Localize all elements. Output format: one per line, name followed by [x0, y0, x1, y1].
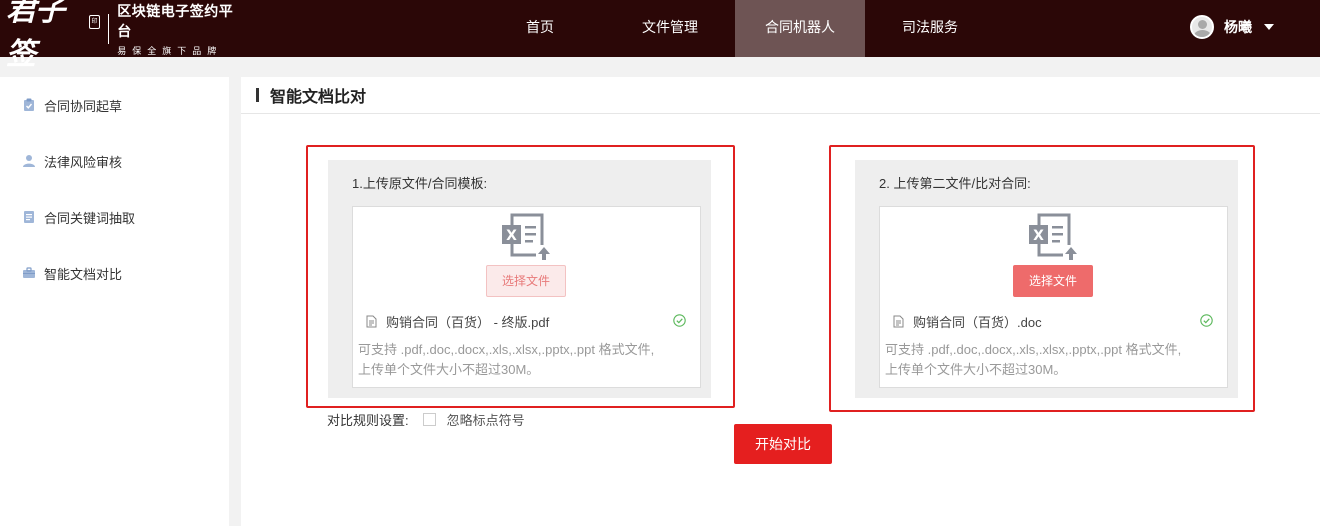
- upload-hint-2-line1: 可支持 .pdf,.doc,.docx,.xls,.xlsx,.pptx,.pp…: [885, 342, 1182, 357]
- upload-panel-1-label: 1.上传原文件/合同模板:: [352, 176, 488, 191]
- select-file-button-2[interactable]: 选择文件: [1013, 265, 1093, 297]
- uploaded-file-2[interactable]: 购销合同（百货）.doc: [893, 312, 1042, 331]
- sidebar-item-label: 合同协同起草: [44, 98, 123, 114]
- compare-rules-label: 对比规则设置:: [327, 413, 409, 428]
- nav-item-file-management[interactable]: 文件管理: [605, 0, 735, 57]
- chevron-down-icon[interactable]: [1264, 24, 1274, 30]
- user-menu[interactable]: 杨曦: [1190, 14, 1274, 40]
- select-file-button-1[interactable]: 选择文件: [486, 265, 566, 297]
- avatar[interactable]: [1190, 15, 1214, 39]
- brand-logo[interactable]: 君子签 印 区块链电子签约平台 易保全旗下品牌: [0, 0, 240, 72]
- sidebar-item-collab-draft[interactable]: 合同协同起草: [0, 77, 229, 133]
- file-upload-icon: X: [1027, 213, 1079, 264]
- briefcase-icon: [22, 266, 36, 280]
- upload-hint-2: 可支持 .pdf,.doc,.docx,.xls,.xlsx,.pptx,.pp…: [885, 340, 1181, 380]
- upload-hint-2-line2: 上传单个文件大小不超过30M。: [885, 362, 1067, 377]
- brand-seal-icon: 印: [88, 14, 101, 29]
- nav-item-judicial-service[interactable]: 司法服务: [865, 0, 995, 57]
- uploaded-file-1[interactable]: 购销合同（百货） - 终版.pdf: [366, 312, 549, 331]
- brand-text: 区块链电子签约平台 易保全旗下品牌: [117, 1, 240, 57]
- nav-item-contract-robot[interactable]: 合同机器人: [735, 0, 865, 57]
- sidebar-item-label: 智能文档对比: [44, 266, 123, 282]
- check-circle-icon: [673, 314, 686, 327]
- title-accent-bar: [256, 88, 259, 102]
- start-compare-button[interactable]: 开始对比: [734, 424, 832, 464]
- svg-text:X: X: [1033, 228, 1044, 244]
- sidebar-item-doc-compare[interactable]: 智能文档对比: [0, 245, 229, 301]
- brand-name: 君子签: [6, 0, 65, 72]
- sidebar-item-keyword-extract[interactable]: 合同关键词抽取: [0, 189, 229, 245]
- page-title: 智能文档比对: [270, 89, 367, 106]
- ignore-punctuation-label[interactable]: 忽略标点符号: [447, 410, 525, 429]
- upload-hint-1-line1: 可支持 .pdf,.doc,.docx,.xls,.xlsx,.pptx,.pp…: [358, 342, 655, 357]
- uploaded-file-name: 购销合同（百货）.doc: [913, 315, 1042, 330]
- file-icon: [893, 315, 904, 328]
- svg-text:X: X: [506, 228, 517, 244]
- compare-rules: 对比规则设置: 忽略标点符号: [327, 410, 525, 429]
- top-navbar: 君子签 印 区块链电子签约平台 易保全旗下品牌 首页 文件管理 合同机器人 司法…: [0, 0, 1320, 72]
- sidebar-item-legal-risk[interactable]: 法律风险审核: [0, 133, 229, 189]
- check-circle-icon: [1200, 314, 1213, 327]
- user-name[interactable]: 杨曦: [1224, 17, 1252, 37]
- uploaded-file-name: 购销合同（百货） - 终版.pdf: [386, 315, 550, 330]
- sidebar-item-label: 法律风险审核: [44, 154, 123, 170]
- user-icon: [22, 154, 36, 168]
- clipboard-icon: [22, 98, 36, 112]
- page-header: 智能文档比对: [241, 77, 1320, 114]
- file-icon: [366, 315, 377, 328]
- main-nav: 首页 文件管理 合同机器人 司法服务: [475, 0, 995, 57]
- brand-subline: 易保全旗下品牌: [117, 45, 223, 56]
- logo-divider: [108, 13, 110, 44]
- upload-hint-1: 可支持 .pdf,.doc,.docx,.xls,.xlsx,.pptx,.pp…: [358, 340, 654, 380]
- document-icon: [22, 210, 36, 224]
- ignore-punctuation-checkbox[interactable]: [422, 413, 436, 426]
- file-upload-icon: X: [500, 213, 552, 264]
- upload-hint-1-line2: 上传单个文件大小不超过30M。: [358, 362, 540, 377]
- upload-panel-2-label: 2. 上传第二文件/比对合同:: [879, 176, 1031, 191]
- sidebar: 合同协同起草 法律风险审核 合同关键词抽取 智能文档对比: [0, 77, 229, 526]
- brand-tagline: 区块链电子签约平台: [117, 2, 234, 39]
- nav-item-home[interactable]: 首页: [475, 0, 605, 57]
- sidebar-item-label: 合同关键词抽取: [44, 210, 136, 226]
